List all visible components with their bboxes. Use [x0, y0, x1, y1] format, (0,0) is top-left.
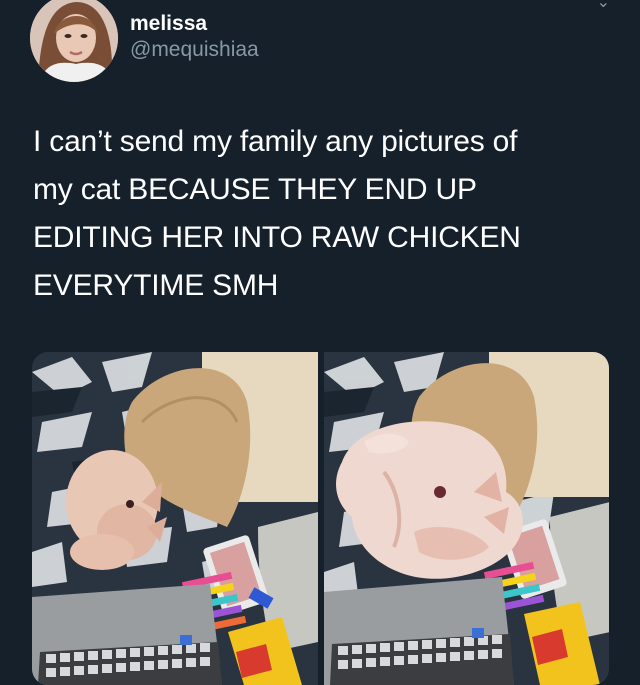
author-names: melissa @mequishiaa [130, 12, 259, 64]
user-handle[interactable]: @mequishiaa [130, 36, 259, 64]
avatar[interactable] [30, 0, 118, 82]
tweet-text-line: EVERYTIME SMH [33, 269, 279, 302]
tweet-text: I can’t send my family any pictures of m… [33, 118, 623, 310]
display-name[interactable]: melissa [130, 12, 259, 36]
tweet-text-line: my cat BECAUSE THEY END UP [33, 173, 477, 206]
tweet: melissa @mequishiaa ⌄ I can’t send my fa… [0, 0, 640, 685]
tweet-text-line: I can’t send my family any pictures of [33, 125, 518, 158]
tweet-header: melissa @mequishiaa [30, 0, 259, 90]
tweet-text-line: EDITING HER INTO RAW CHICKEN [33, 221, 521, 254]
photo-cat-chicken-edit[interactable] [323, 352, 609, 685]
photo-cat-original[interactable] [32, 352, 318, 685]
tweet-media[interactable] [32, 352, 609, 685]
chevron-down-icon[interactable]: ⌄ [597, 0, 610, 12]
